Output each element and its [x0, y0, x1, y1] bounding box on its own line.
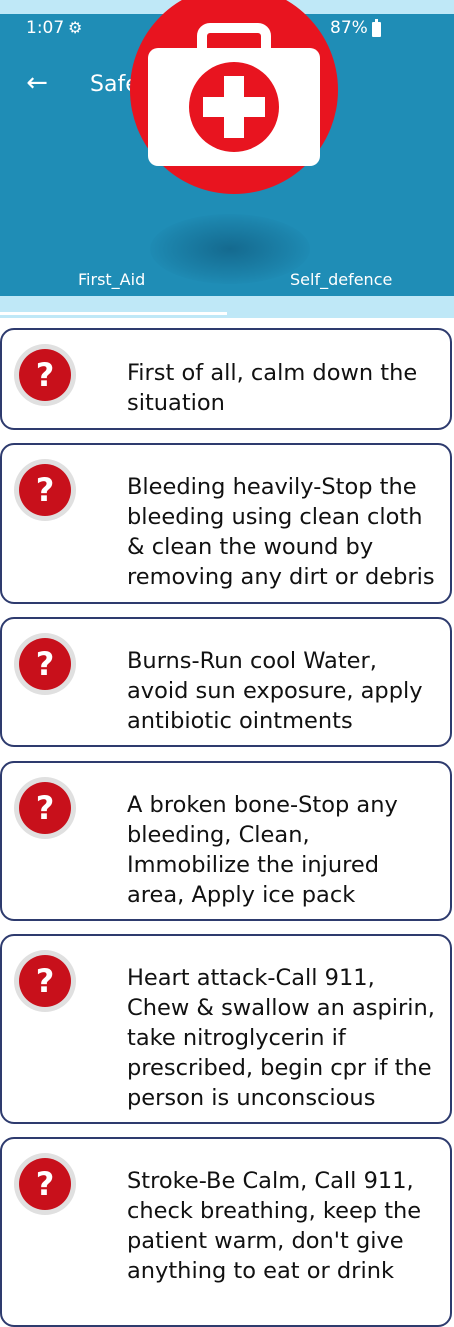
back-arrow-icon[interactable]: ← — [22, 68, 52, 98]
question-icon: ? — [14, 777, 76, 839]
tab-self-defence[interactable]: Self_defence — [290, 270, 392, 289]
svg-text:?: ? — [36, 1165, 55, 1203]
tip-text: First of all, calm down the situation — [127, 360, 418, 416]
svg-text:?: ? — [36, 471, 55, 509]
tip-text: A broken bone-Stop any bleeding, Clean, … — [127, 792, 398, 908]
tip-text: Bleeding heavily-Stop the bleeding using… — [127, 474, 435, 590]
tip-card[interactable]: ? Burns-Run cool Water, avoid sun exposu… — [0, 617, 452, 747]
tab-first-aid[interactable]: First_Aid — [78, 270, 145, 289]
tip-text: Heart attack-Call 911, Chew & swallow an… — [127, 965, 435, 1111]
tab-indicator — [0, 312, 227, 315]
status-time: 1:07 — [26, 18, 65, 38]
tip-card[interactable]: ? Heart attack-Call 911, Chew & swallow … — [0, 934, 452, 1124]
svg-text:?: ? — [36, 962, 55, 1000]
question-icon: ? — [14, 950, 76, 1012]
tip-card[interactable]: ? Stroke-Be Calm, Call 911, check breath… — [0, 1137, 452, 1327]
tip-card[interactable]: ? A broken bone-Stop any bleeding, Clean… — [0, 761, 452, 921]
battery-icon — [372, 19, 381, 37]
logo-reflection — [150, 214, 310, 284]
tip-text: Burns-Run cool Water, avoid sun exposure… — [127, 648, 423, 734]
first-aid-kit-logo — [130, 0, 338, 194]
notification-icon: ⚙ — [68, 18, 83, 37]
question-icon: ? — [14, 1153, 76, 1215]
svg-text:?: ? — [36, 789, 55, 827]
tip-card[interactable]: ? Bleeding heavily-Stop the bleeding usi… — [0, 443, 452, 604]
svg-text:?: ? — [36, 356, 55, 394]
tip-text: Stroke-Be Calm, Call 911, check breathin… — [127, 1168, 422, 1284]
tip-card[interactable]: ? First of all, calm down the situation — [0, 328, 452, 430]
question-icon: ? — [14, 344, 76, 406]
question-icon: ? — [14, 459, 76, 521]
question-icon: ? — [14, 633, 76, 695]
svg-text:?: ? — [36, 645, 55, 683]
